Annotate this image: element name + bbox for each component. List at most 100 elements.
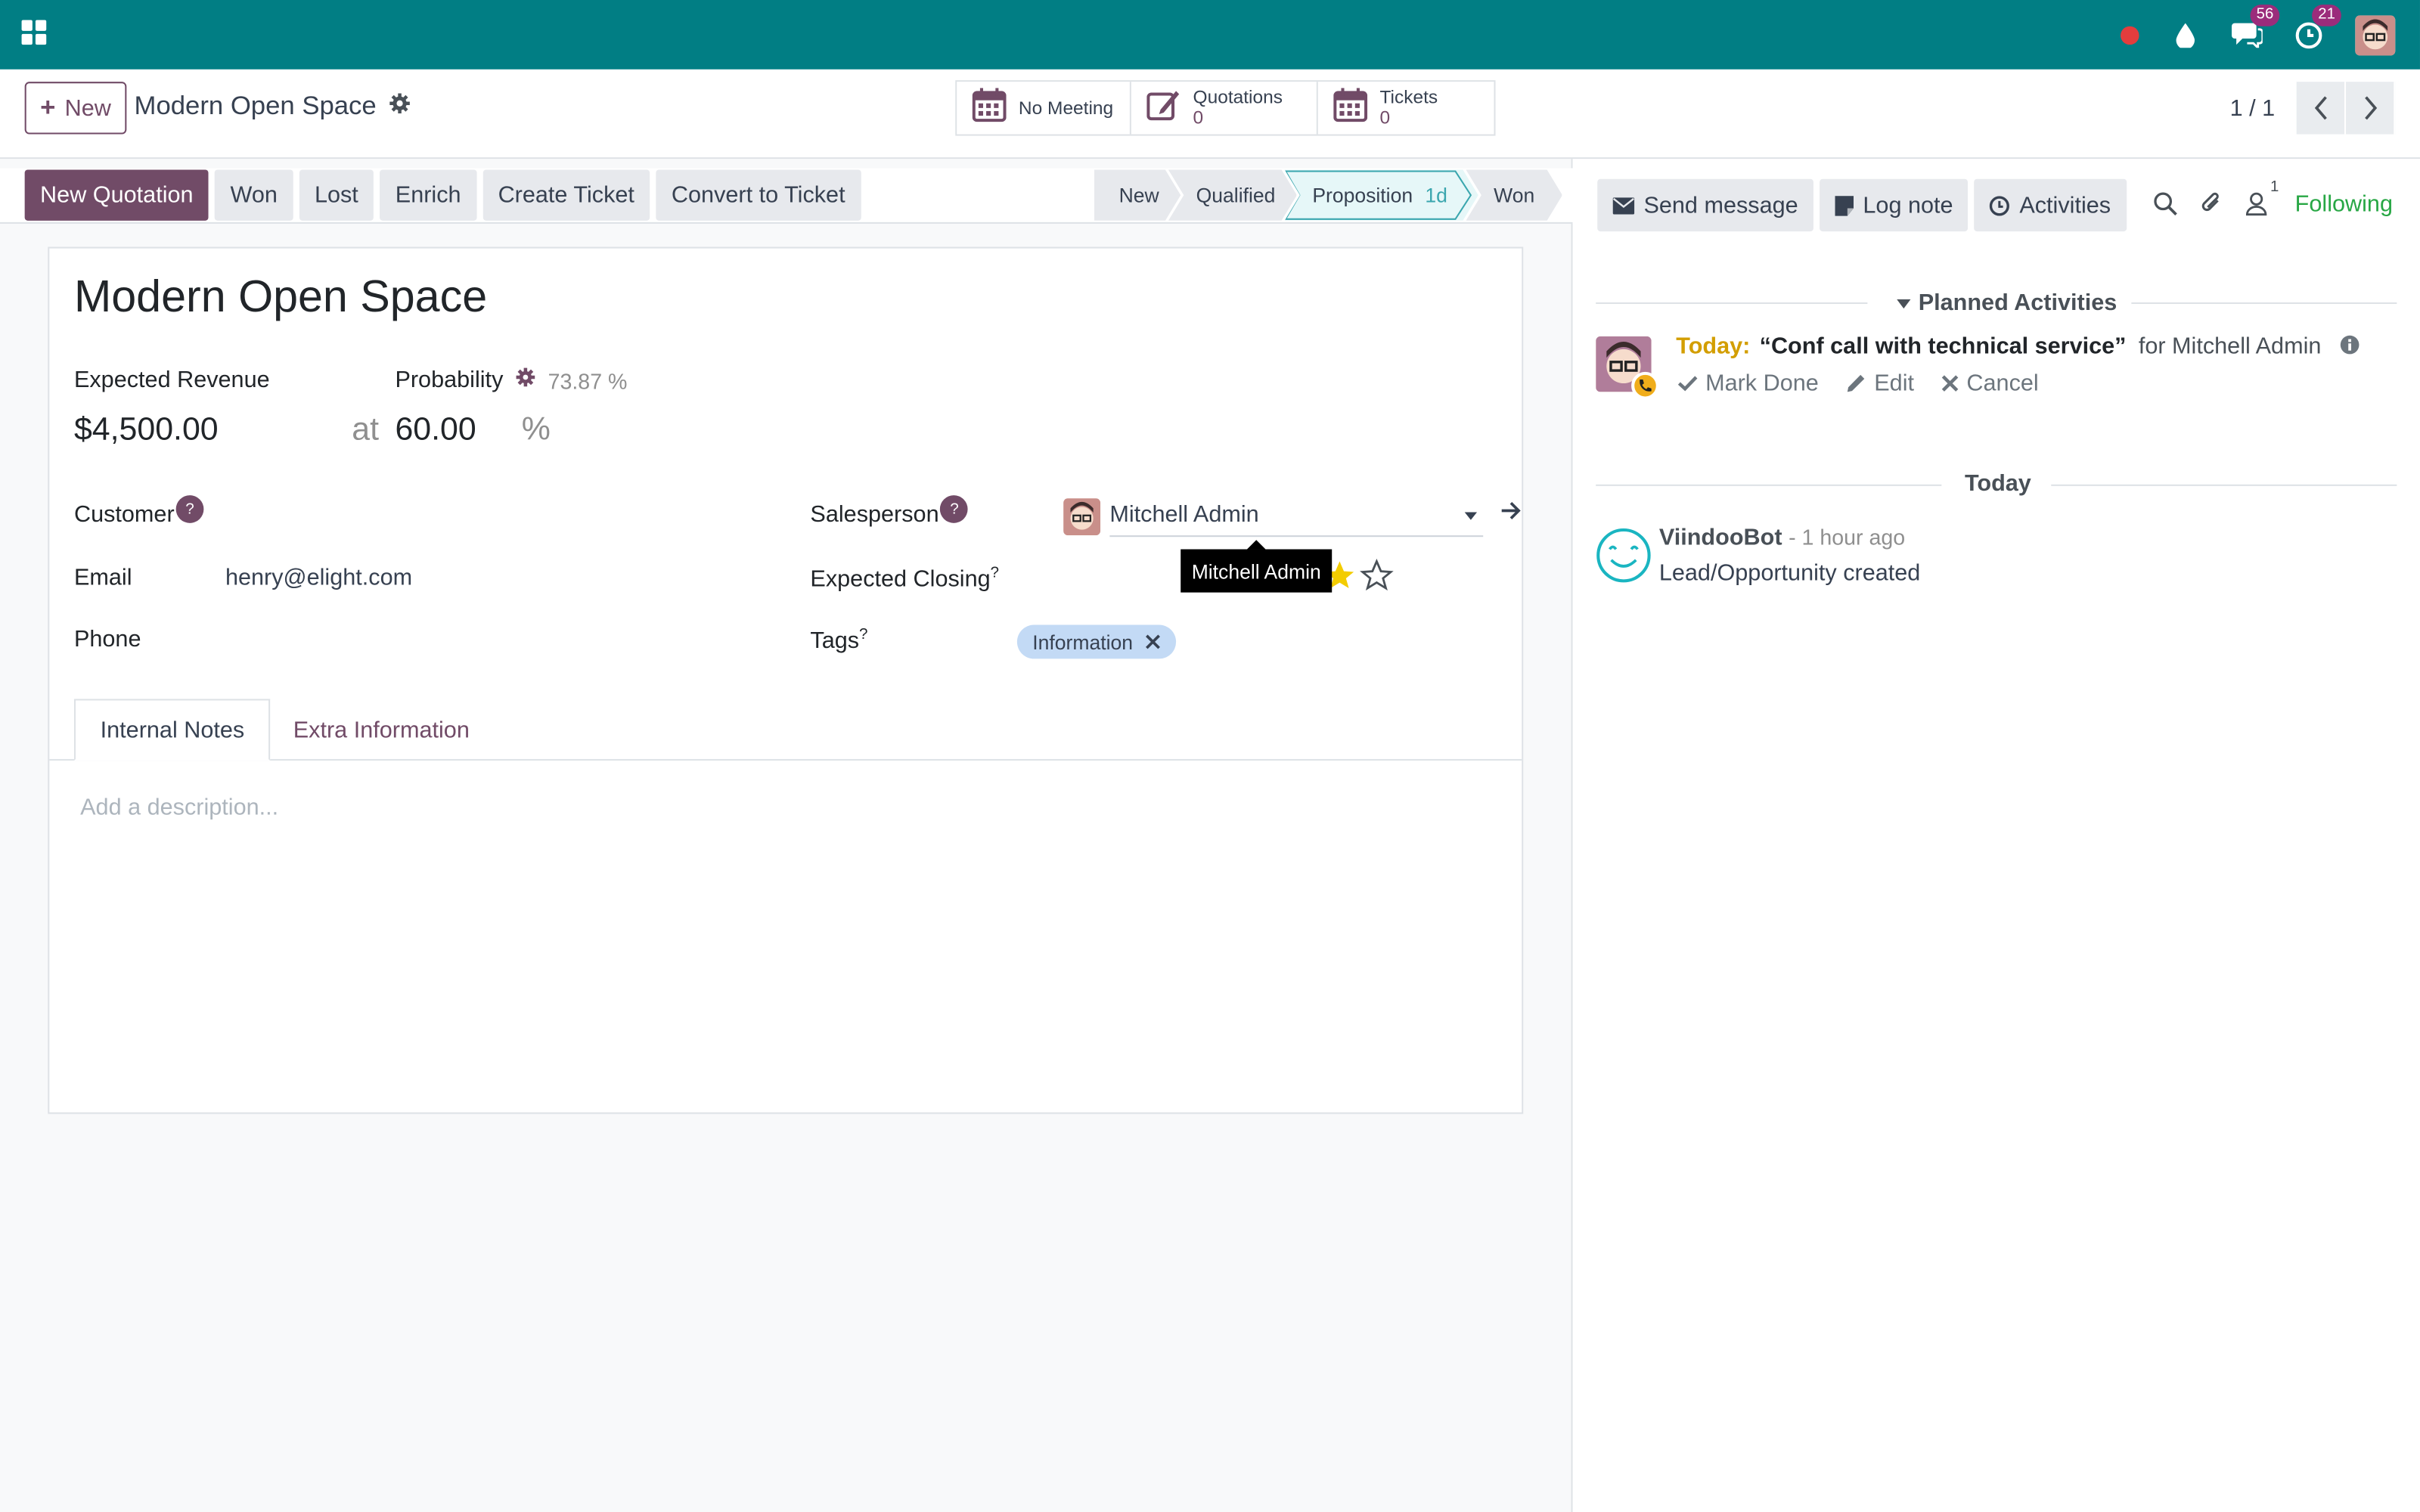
sticky-note-icon [1835, 195, 1854, 215]
gear-icon[interactable] [389, 91, 411, 122]
customer-label-wrap: Customer? [73, 495, 204, 529]
stage-won[interactable]: Won [1466, 169, 1562, 220]
stage-qualified[interactable]: Qualified [1168, 169, 1297, 220]
new-record-button[interactable]: + New [24, 82, 127, 135]
automated-probability: 73.87 % [548, 367, 628, 393]
chat-count-badge: 56 [2250, 4, 2280, 26]
tag-information[interactable]: Information [1016, 624, 1177, 659]
cancel-activity-button[interactable]: Cancel [1942, 370, 2039, 396]
help-icon[interactable]: ? [940, 495, 969, 523]
arrow-right-icon[interactable] [1500, 500, 1522, 529]
salesperson-tooltip: Mitchell Admin [1181, 540, 1333, 593]
following-button[interactable]: Following [2295, 191, 2393, 218]
search-icon[interactable] [2153, 191, 2178, 215]
salesperson-label: Salesperson [810, 501, 939, 528]
at-label: at [352, 411, 380, 448]
help-icon[interactable]: ? [175, 495, 204, 523]
description-field[interactable]: Add a description... [80, 795, 278, 821]
edit-activity-button[interactable]: Edit [1847, 370, 1914, 396]
envelope-icon [1612, 197, 1635, 214]
send-message-label: Send message [1643, 192, 1798, 218]
user-avatar[interactable] [2355, 14, 2396, 55]
gear-icon[interactable] [516, 367, 536, 394]
pager-next-button[interactable] [2346, 82, 2396, 135]
tags-label-wrap: Tags? [810, 627, 867, 655]
stage-proposition[interactable]: Proposition 1d [1285, 169, 1478, 220]
create-ticket-button[interactable]: Create Ticket [482, 169, 650, 221]
log-note-label: Log note [1863, 192, 1953, 218]
chevron-down-icon[interactable] [1464, 512, 1478, 520]
top-navbar: 56 21 [0, 0, 2420, 70]
expected-revenue-field[interactable]: $4,500.00 [74, 412, 219, 449]
mark-done-button[interactable]: Mark Done [1677, 370, 1819, 396]
new-label: New [64, 94, 111, 122]
stage-new[interactable]: New [1094, 169, 1181, 220]
close-icon[interactable] [1145, 631, 1161, 654]
probability-label: Probability [395, 367, 504, 394]
stage-duration: 1d [1425, 183, 1447, 207]
info-icon[interactable] [2340, 335, 2360, 361]
pager-previous-button[interactable] [2296, 82, 2347, 135]
send-message-button[interactable]: Send message [1597, 178, 1814, 232]
probability-field[interactable]: 60.00 [395, 412, 476, 449]
quotations-count: 0 [1193, 106, 1204, 129]
chevron-left-icon [2313, 96, 2326, 120]
convert-to-ticket-button[interactable]: Convert to Ticket [656, 169, 861, 221]
form-sheet: Modern Open Space Expected Revenue $4,50… [48, 246, 1524, 1114]
chat-icon[interactable]: 56 [2231, 4, 2280, 51]
tickets-count: 0 [1379, 106, 1391, 129]
close-icon [1942, 375, 1959, 392]
tab-extra-information[interactable]: Extra Information [268, 699, 494, 761]
enrich-button[interactable]: Enrich [380, 169, 477, 221]
priority-stars [1323, 558, 1394, 593]
planned-activities-toggle[interactable]: Planned Activities [1897, 290, 2117, 316]
activity-line: Today: “Conf call with technical service”… [1676, 333, 2360, 361]
email-label: Email [73, 564, 132, 591]
grid-icon[interactable] [21, 20, 48, 47]
tickets-smart-button[interactable]: Tickets 0 [1317, 82, 1494, 135]
activities-button[interactable]: Activities [1975, 178, 2127, 232]
phone-label: Phone [73, 626, 141, 653]
customer-label: Customer [73, 501, 175, 528]
lead-title[interactable]: Modern Open Space [74, 273, 487, 324]
lost-button[interactable]: Lost [299, 169, 374, 221]
help-mark[interactable]: ? [859, 627, 867, 643]
pencil-icon [1848, 374, 1866, 392]
divider [2131, 302, 2397, 305]
divider [1596, 302, 1868, 305]
tickets-label: Tickets [1379, 86, 1438, 108]
drop-icon[interactable] [2170, 20, 2201, 51]
probability-header: Probability 73.87 % [395, 367, 627, 394]
control-panel: + New Modern Open Space No Meeting Quota… [0, 69, 2420, 160]
salesperson-input[interactable]: Mitchell Admin [1109, 497, 1484, 538]
recording-dot-icon[interactable] [2121, 25, 2139, 45]
edit-icon [1146, 87, 1181, 129]
followers-button[interactable]: 1 [2245, 178, 2279, 215]
star-empty-icon[interactable] [1360, 558, 1394, 593]
smart-buttons: No Meeting Quotations 0 Tickets 0 [955, 80, 1496, 136]
activity-assignee: for Mitchell Admin [2138, 333, 2322, 360]
pager-value[interactable]: 1 / 1 [2230, 95, 2276, 122]
chatter-topbar: Send message Log note Activities [1597, 178, 2127, 232]
message-author[interactable]: ViindooBot [1659, 525, 1782, 551]
tag-label: Information [1032, 630, 1134, 654]
log-note-button[interactable]: Log note [1820, 178, 1969, 232]
tab-internal-notes[interactable]: Internal Notes [73, 699, 271, 761]
expected-revenue-label: Expected Revenue [73, 367, 270, 394]
new-quotation-button[interactable]: New Quotation [24, 169, 209, 221]
activity-actions: Mark Done Edit Cancel [1677, 370, 2039, 396]
clock-icon[interactable]: 21 [2294, 4, 2342, 51]
breadcrumb: Modern Open Space [135, 91, 411, 122]
expected-closing-label: Expected Closing [810, 565, 991, 593]
caret-down-icon [1897, 298, 1911, 308]
quotations-smart-button[interactable]: Quotations 0 [1131, 82, 1318, 135]
help-mark[interactable]: ? [991, 565, 999, 581]
form-area: New Quotation Won Lost Enrich Create Tic… [0, 159, 1573, 1512]
won-button[interactable]: Won [215, 169, 293, 221]
app-root: 56 21 + New Modern Open Space No Meeting… [0, 0, 2420, 1512]
salesperson-field[interactable]: Mitchell Admin [1063, 497, 1523, 543]
email-field[interactable]: henry@elight.com [225, 565, 412, 591]
meeting-smart-button[interactable]: No Meeting [957, 82, 1131, 135]
salesperson-label-wrap: Salesperson? [810, 495, 969, 529]
paperclip-icon[interactable] [2199, 190, 2224, 216]
